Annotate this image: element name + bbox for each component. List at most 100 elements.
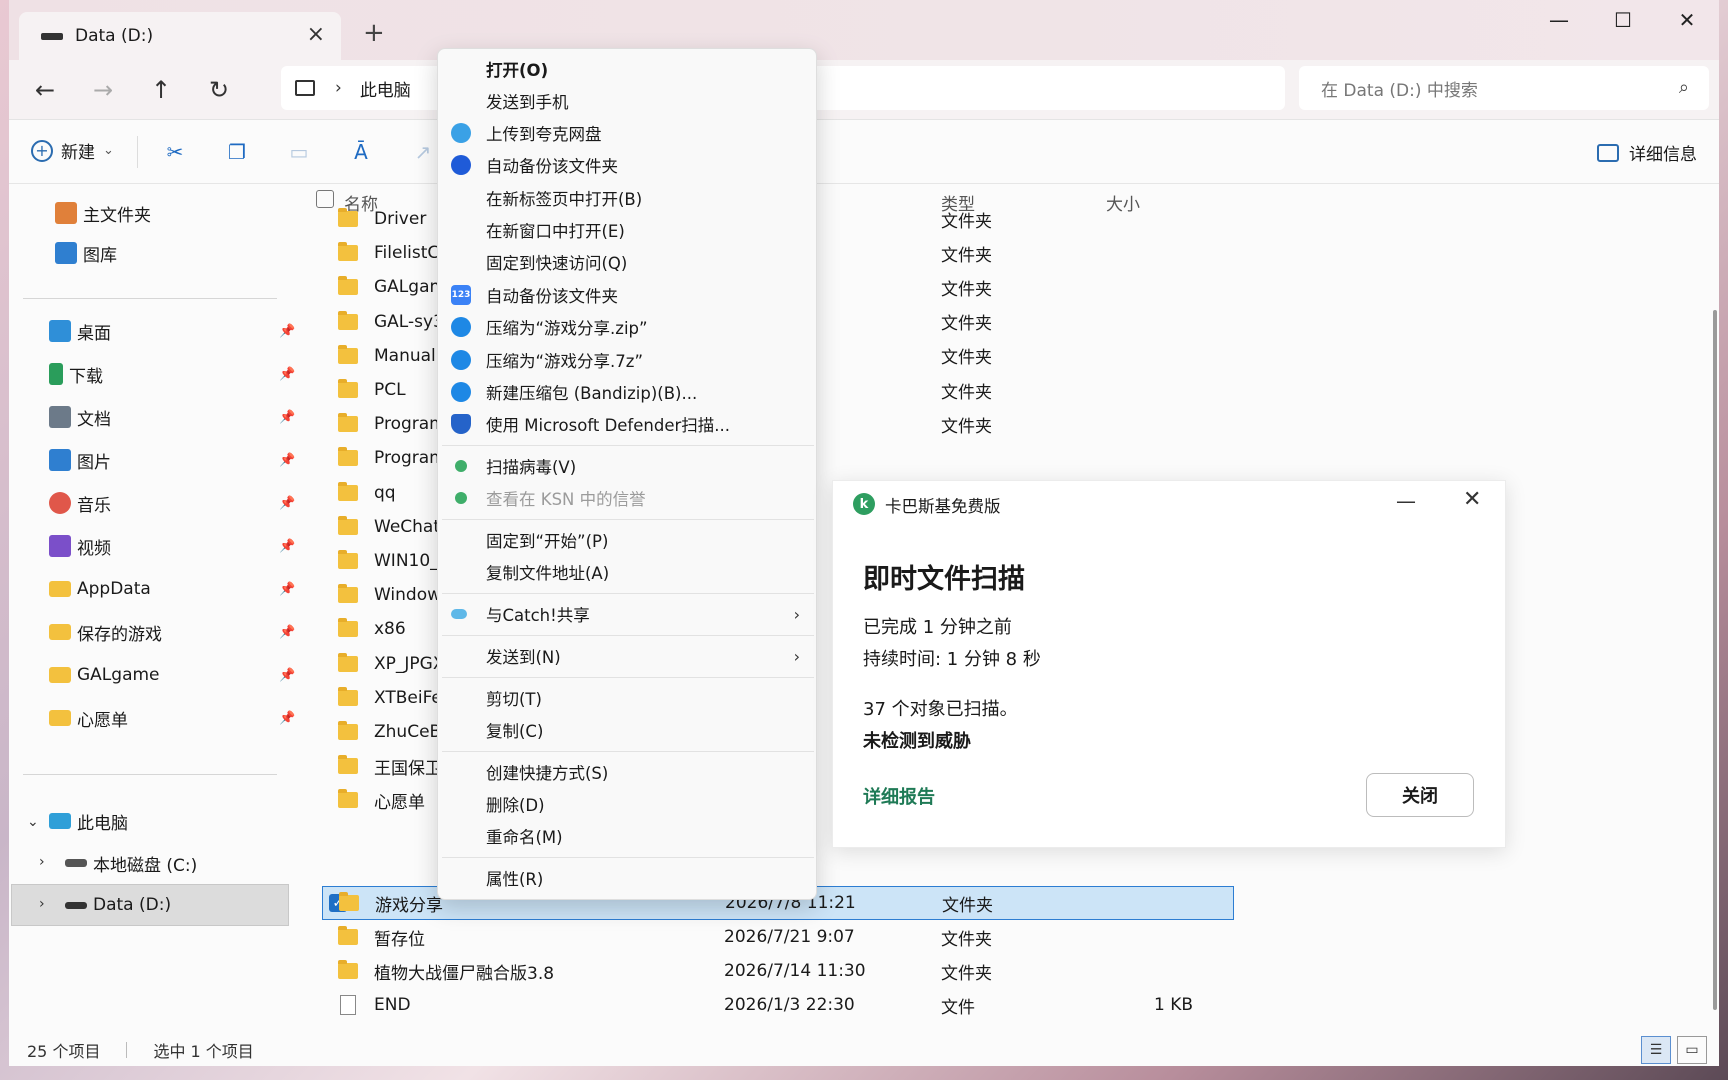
folder-icon: [338, 686, 358, 706]
new-button[interactable]: + 新建 ⌄: [31, 138, 114, 163]
sidebar-item-drive-d[interactable]: Data (D:): [65, 890, 171, 920]
file-date: 2026/7/14 11:30: [724, 961, 866, 982]
sidebar-item-music[interactable]: 音乐 📌: [49, 488, 295, 518]
pin-icon: 📌: [279, 667, 296, 683]
back-button[interactable]: ←: [27, 72, 63, 108]
menu-item-auto-backup-123[interactable]: 123 自动备份该文件夹: [438, 279, 816, 311]
home-icon: [55, 202, 77, 224]
minimize-button[interactable]: —: [1396, 489, 1416, 513]
menu-item-delete[interactable]: 删除(D): [438, 788, 816, 820]
item-count: 25 个项目: [27, 1042, 101, 1061]
table-row[interactable]: END 2026/1/3 22:30 文件 1 KB: [294, 988, 1234, 1022]
close-dialog-button[interactable]: 关闭: [1366, 773, 1474, 817]
close-tab-icon[interactable]: ×: [307, 22, 325, 47]
menu-label: 压缩为“游戏分享.7z”: [486, 352, 643, 371]
menu-item-defender-scan[interactable]: 使用 Microsoft Defender扫描...: [438, 408, 816, 440]
sidebar-item-label: 音乐: [77, 495, 111, 516]
pin-icon: 📌: [279, 409, 296, 425]
minimize-button[interactable]: —: [1527, 0, 1591, 40]
menu-label: 使用 Microsoft Defender扫描...: [486, 416, 730, 435]
paste-icon[interactable]: ▭: [285, 138, 313, 166]
kaspersky-icon: [455, 492, 467, 504]
rename-icon[interactable]: Ā: [347, 138, 375, 166]
menu-label: 打开(O): [486, 61, 549, 80]
menu-item-new-archive[interactable]: 新建压缩包 (Bandizip)(B)...: [438, 376, 816, 408]
expand-chevron-icon[interactable]: ⌄: [27, 814, 39, 830]
menu-item-open[interactable]: 打开(O): [438, 53, 816, 85]
menu-item-compress-zip[interactable]: 压缩为“游戏分享.zip”: [438, 311, 816, 343]
menu-item-pin-quick-access[interactable]: 固定到快速访问(Q): [438, 246, 816, 278]
menu-item-open-new-window[interactable]: 在新窗口中打开(E): [438, 214, 816, 246]
chevron-right-icon: ›: [793, 604, 800, 624]
new-tab-button[interactable]: +: [363, 18, 385, 48]
folder-icon: [338, 310, 358, 330]
table-row[interactable]: 暂存位 2026/7/21 9:07 文件夹: [294, 920, 1234, 954]
refresh-button[interactable]: ↻: [201, 72, 237, 108]
chevron-right-icon[interactable]: ›: [39, 896, 45, 912]
maximize-button[interactable]: ☐: [1591, 0, 1655, 40]
menu-item-properties[interactable]: 属性(R): [438, 862, 816, 894]
menu-item-send-to[interactable]: 发送到(N) ›: [438, 640, 816, 672]
sidebar-item-saved-games[interactable]: 保存的游戏 📌: [49, 617, 295, 647]
sidebar-item-desktop[interactable]: 桌面 📌: [49, 316, 295, 346]
menu-label: 查看在 KSN 中的信誉: [486, 490, 646, 509]
tiles-view-icon[interactable]: ▭: [1677, 1036, 1707, 1064]
up-button[interactable]: ↑: [143, 72, 179, 108]
sidebar-item-documents[interactable]: 文档 📌: [49, 402, 295, 432]
details-view-icon[interactable]: ☰: [1641, 1036, 1671, 1064]
copy-icon[interactable]: ❐: [223, 138, 251, 166]
video-icon: [49, 535, 71, 557]
menu-item-pin-start[interactable]: 固定到“开始”(P): [438, 524, 816, 556]
backup-icon: [451, 155, 471, 175]
details-pane-button[interactable]: 详细信息: [1597, 140, 1697, 165]
sidebar-item-pictures[interactable]: 图片 📌: [49, 445, 295, 475]
status-divider: [126, 1042, 128, 1058]
menu-item-copy-path[interactable]: 复制文件地址(A): [438, 556, 816, 588]
scan-completed-text: 已完成 1 分钟之前: [863, 617, 1012, 638]
menu-item-scan-virus[interactable]: 扫描病毒(V): [438, 450, 816, 482]
breadcrumb-separator-icon: ›: [335, 78, 342, 98]
menu-item-create-shortcut[interactable]: 创建快捷方式(S): [438, 756, 816, 788]
breadcrumb-this-pc[interactable]: 此电脑: [360, 76, 411, 101]
menu-item-copy[interactable]: 复制(C): [438, 714, 816, 746]
menu-label: 复制文件地址(A): [486, 564, 610, 583]
sidebar-item-wishlist[interactable]: 心愿单 📌: [49, 703, 295, 733]
close-window-button[interactable]: ✕: [1655, 0, 1719, 40]
sidebar-item-appdata[interactable]: AppData 📌: [49, 574, 295, 604]
menu-item-catch-share[interactable]: 与Catch!共享 ›: [438, 598, 816, 630]
sidebar-item-galgame[interactable]: GALgame 📌: [49, 660, 295, 690]
scan-objects-text: 37 个对象已扫描。: [863, 699, 1018, 720]
folder-icon: [338, 618, 358, 638]
cut-icon[interactable]: ✂: [161, 138, 189, 166]
detailed-report-link[interactable]: 详细报告: [863, 783, 935, 809]
sidebar-item-drive-c[interactable]: 本地磁盘 (C:): [65, 848, 197, 878]
menu-item-send-to-phone[interactable]: 发送到手机: [438, 85, 816, 117]
sidebar-item-home[interactable]: 主文件夹: [55, 198, 151, 228]
close-icon[interactable]: ✕: [1463, 487, 1481, 512]
sidebar-item-gallery[interactable]: 图库: [55, 238, 117, 268]
folder-icon: [338, 344, 358, 364]
tab-data-d[interactable]: Data (D:) ×: [19, 12, 341, 60]
chevron-right-icon[interactable]: ›: [39, 854, 45, 870]
share-icon[interactable]: ↗: [409, 138, 437, 166]
sidebar-item-this-pc[interactable]: 此电脑: [49, 806, 128, 836]
search-input[interactable]: 在 Data (D:) 中搜索 ⌕: [1299, 66, 1709, 110]
folder-icon: [49, 667, 71, 683]
sidebar-item-videos[interactable]: 视频 📌: [49, 531, 295, 561]
document-icon: [49, 406, 71, 428]
vertical-scrollbar[interactable]: [1713, 310, 1717, 1010]
sidebar-item-downloads[interactable]: 下载 📌: [49, 359, 295, 389]
menu-item-open-new-tab[interactable]: 在新标签页中打开(B): [438, 182, 816, 214]
menu-item-upload-quark[interactable]: 上传到夸克网盘: [438, 117, 816, 149]
pan123-icon: 123: [451, 285, 471, 305]
menu-item-rename[interactable]: 重命名(M): [438, 820, 816, 852]
menu-item-cut[interactable]: 剪切(T): [438, 682, 816, 714]
file-type: 文件夹: [941, 245, 992, 266]
computer-icon: [49, 813, 71, 829]
folder-icon: [338, 447, 358, 467]
menu-label: 固定到“开始”(P): [486, 532, 609, 551]
menu-item-auto-backup[interactable]: 自动备份该文件夹: [438, 149, 816, 181]
menu-item-compress-7z[interactable]: 压缩为“游戏分享.7z”: [438, 344, 816, 376]
table-row[interactable]: 植物大战僵尸融合版3.8 2026/7/14 11:30 文件夹: [294, 954, 1234, 988]
forward-button[interactable]: →: [85, 72, 121, 108]
